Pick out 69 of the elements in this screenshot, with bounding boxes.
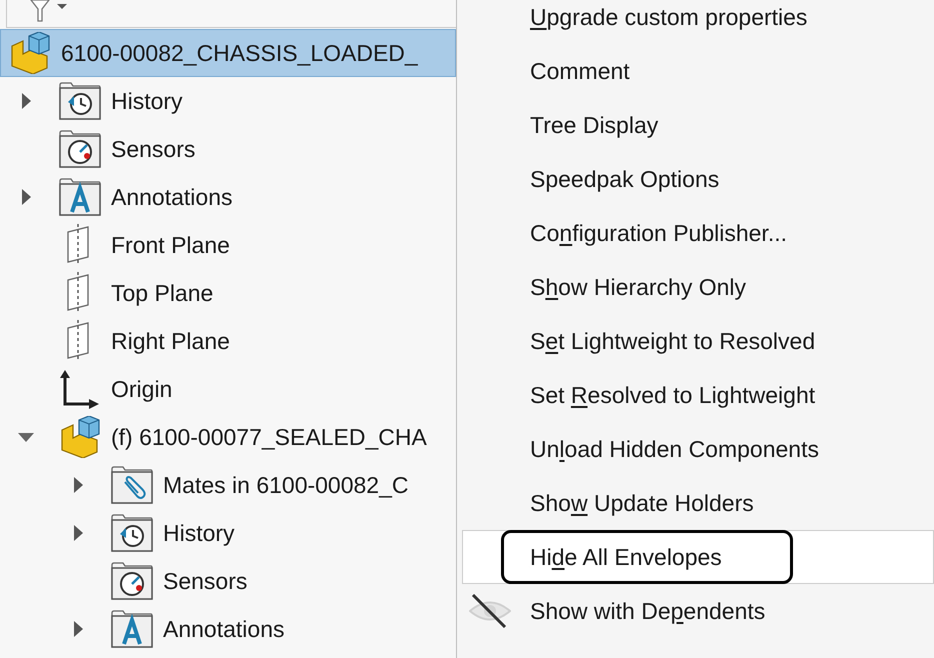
menu-item-label: Set Lightweight to Resolved: [530, 330, 816, 352]
filter-icon[interactable]: [29, 0, 51, 22]
tree-row[interactable]: Right Plane: [0, 317, 456, 365]
gauge-folder-icon: [59, 130, 101, 168]
tree-row[interactable]: Front Plane: [0, 221, 456, 269]
gauge-folder-icon: [111, 562, 153, 600]
tree-row[interactable]: Mates in 6100-00082_C: [0, 461, 456, 509]
menu-item-label: Show Update Holders: [530, 492, 754, 514]
menu-item[interactable]: Hide All Envelopes: [462, 530, 934, 584]
menu-item[interactable]: Show Hierarchy Only: [457, 260, 934, 314]
tree-item-label: (f) 6100-00077_SEALED_CHA: [111, 426, 427, 448]
tree-item-label: Right Plane: [111, 330, 230, 352]
menu-item[interactable]: Tree Display: [457, 98, 934, 152]
menu-item-label: Speedpak Options: [530, 168, 720, 190]
menu-item[interactable]: Configuration Publisher...: [457, 206, 934, 260]
menu-item[interactable]: Set Resolved to Lightweight: [457, 368, 934, 422]
menu-item-label: Tree Display: [530, 114, 658, 136]
axes-icon: [59, 368, 101, 410]
tree-item-label: Mates in 6100-00082_C: [163, 474, 408, 496]
tree-item-label: Annotations: [163, 618, 284, 640]
menu-item-label: Configuration Publisher...: [530, 222, 787, 244]
tree-row[interactable]: Annotations: [0, 605, 456, 653]
collapsed-arrow-icon[interactable]: [22, 189, 31, 205]
caret-icon[interactable]: [57, 3, 67, 11]
tree-item-label: Sensors: [111, 138, 196, 160]
expanded-arrow-icon[interactable]: [18, 432, 34, 442]
menu-item[interactable]: Show Update Holders: [457, 476, 934, 530]
tree-row[interactable]: Annotations: [0, 173, 456, 221]
tree-item-label: Annotations: [111, 186, 232, 208]
menu-item-label: Upgrade custom properties: [530, 6, 808, 28]
menu-item-label: Unload Hidden Components: [530, 438, 819, 460]
menu-item[interactable]: Speedpak Options: [457, 152, 934, 206]
tree-row[interactable]: Sensors: [0, 125, 456, 173]
menu-item[interactable]: Show with Dependents: [457, 584, 934, 638]
tree-row[interactable]: Sensors: [0, 557, 456, 605]
tree-item-label: Origin: [111, 378, 172, 400]
tree-item-label: History: [111, 90, 183, 112]
menu-item-label: Comment: [530, 60, 630, 82]
menu-item-label: Show with Dependents: [530, 600, 766, 622]
collapsed-arrow-icon[interactable]: [22, 93, 31, 109]
tree-row[interactable]: 6100-00082_CHASSIS_LOADED_: [0, 29, 456, 77]
paperclip-folder-icon: [111, 466, 153, 504]
letter-folder-icon: [59, 178, 101, 216]
tree-row[interactable]: Top Plane: [0, 269, 456, 317]
collapsed-arrow-icon[interactable]: [74, 621, 83, 637]
tree-row[interactable]: (f) 6100-00077_SEALED_CHA: [0, 413, 456, 461]
menu-item-label: Show Hierarchy Only: [530, 276, 746, 298]
history-folder-icon: [111, 514, 153, 552]
assembly-icon: [59, 416, 101, 458]
tree-row[interactable]: History: [0, 77, 456, 125]
menu-item-label: Hide All Envelopes: [530, 546, 722, 568]
menu-item-label: Set Resolved to Lightweight: [530, 384, 816, 406]
menu-item[interactable]: Set Lightweight to Resolved: [457, 314, 934, 368]
assembly-icon: [9, 32, 51, 74]
letter-folder-icon: [111, 610, 153, 648]
hidden-eye-icon: [469, 594, 511, 628]
tree-item-label: History: [163, 522, 235, 544]
collapsed-arrow-icon[interactable]: [74, 477, 83, 493]
tree-item-label: Top Plane: [111, 282, 214, 304]
tree-item-label: 6100-00082_CHASSIS_LOADED_: [61, 42, 418, 64]
menu-item[interactable]: Comment: [457, 44, 934, 98]
tree-row[interactable]: History: [0, 509, 456, 557]
history-folder-icon: [59, 82, 101, 120]
collapsed-arrow-icon[interactable]: [74, 525, 83, 541]
tree-item-label: Sensors: [163, 570, 248, 592]
menu-item[interactable]: Unload Hidden Components: [457, 422, 934, 476]
tree-row[interactable]: Origin: [0, 365, 456, 413]
tree-item-label: Front Plane: [111, 234, 230, 256]
menu-item[interactable]: Upgrade custom properties: [457, 0, 934, 44]
